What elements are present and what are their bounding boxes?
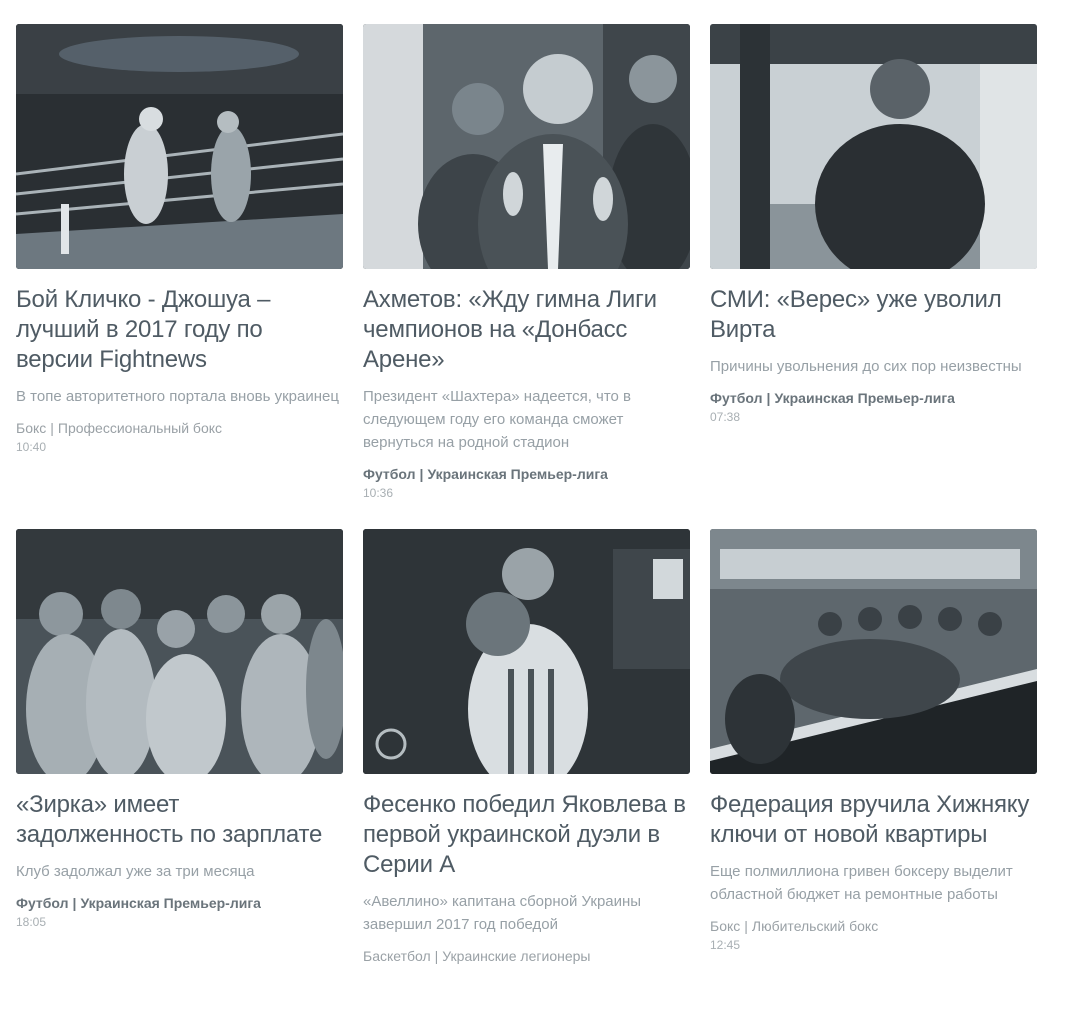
news-lead: Еще полмиллиона гривен боксеру выделит о… (710, 863, 1013, 903)
category-sport[interactable]: Футбол (363, 466, 416, 482)
category-separator: | (419, 466, 424, 482)
category-separator: | (434, 948, 439, 964)
news-thumbnail-khyzhnyak[interactable] (710, 529, 1037, 774)
news-lead: В топе авторитетного портала вновь украи… (16, 388, 339, 405)
category-separator: | (72, 895, 77, 911)
news-lead: Причины увольнения до сих пор неизвестны (710, 358, 1022, 375)
basketball-player-photo (363, 529, 690, 774)
news-lead: Клуб задолжал уже за три месяца (16, 863, 255, 880)
boxing-ring-photo (16, 24, 343, 269)
news-thumbnail-boxing[interactable] (16, 24, 343, 269)
news-category[interactable]: Бокс | Любительский бокс (710, 916, 1037, 936)
news-category[interactable]: Футбол | Украинская Премьер-лига (363, 464, 690, 484)
news-category[interactable]: Бокс | Профессиональный бокс (16, 418, 343, 438)
news-thumbnail-akhmetov[interactable] (363, 24, 690, 269)
news-card[interactable]: Ахметов: «Жду гимна Лиги чемпионов на «Д… (363, 24, 690, 529)
news-title[interactable]: Фесенко победил Яковлева в первой украин… (363, 790, 690, 880)
coach-bench-photo (710, 24, 1037, 269)
news-lead: «Авеллино» капитана сборной Украины заве… (363, 893, 642, 933)
news-thumbnail-veres[interactable] (710, 24, 1037, 269)
news-card[interactable]: Бой Кличко - Джошуа – лучший в 2017 году… (16, 24, 343, 529)
category-sport[interactable]: Бокс (710, 918, 740, 934)
news-category[interactable]: Футбол | Украинская Премьер-лига (16, 893, 343, 913)
category-league[interactable]: Любительский бокс (752, 918, 878, 934)
news-title[interactable]: Федерация вручила Хижняку ключи от новой… (710, 790, 1037, 850)
news-card[interactable]: Фесенко победил Яковлева в первой украин… (363, 529, 690, 1034)
news-time: 10:36 (363, 486, 394, 500)
category-league[interactable]: Украинская Премьер-лига (427, 466, 608, 482)
news-title[interactable]: «Зирка» имеет задолженность по зарплате (16, 790, 343, 850)
news-title[interactable]: Бой Кличко - Джошуа – лучший в 2017 году… (16, 285, 343, 375)
news-time: 18:05 (16, 915, 47, 929)
category-sport[interactable]: Футбол (710, 390, 763, 406)
news-category[interactable]: Баскетбол | Украинские легионеры (363, 946, 690, 966)
category-separator: | (766, 390, 771, 406)
category-league[interactable]: Украинские легионеры (442, 948, 590, 964)
category-league[interactable]: Украинская Премьер-лига (80, 895, 261, 911)
category-sport[interactable]: Бокс (16, 420, 46, 436)
football-team-photo (16, 529, 343, 774)
president-crowd-photo (363, 24, 690, 269)
news-category[interactable]: Футбол | Украинская Премьер-лига (710, 388, 1037, 408)
news-card[interactable]: Федерация вручила Хижняку ключи от новой… (710, 529, 1037, 1034)
category-separator: | (744, 918, 748, 934)
news-time: 10:40 (16, 440, 47, 454)
news-lead: Президент «Шахтера» надеется, что в след… (363, 388, 632, 451)
category-sport[interactable]: Баскетбол (363, 948, 431, 964)
news-thumbnail-fesenko[interactable] (363, 529, 690, 774)
news-card[interactable]: СМИ: «Верес» уже уволил Вирта Причины ув… (710, 24, 1037, 529)
news-title[interactable]: СМИ: «Верес» уже уволил Вирта (710, 285, 1037, 345)
news-grid: Бой Кличко - Джошуа – лучший в 2017 году… (16, 24, 1037, 1034)
news-card[interactable]: «Зирка» имеет задолженность по зарплате … (16, 529, 343, 1034)
news-time: 12:45 (710, 938, 741, 952)
news-time: 07:38 (710, 410, 741, 424)
news-title[interactable]: Ахметов: «Жду гимна Лиги чемпионов на «Д… (363, 285, 690, 375)
ceremony-hall-photo (710, 529, 1037, 774)
news-thumbnail-zirka[interactable] (16, 529, 343, 774)
category-league[interactable]: Профессиональный бокс (58, 420, 222, 436)
category-league[interactable]: Украинская Премьер-лига (774, 390, 955, 406)
category-separator: | (50, 420, 54, 436)
category-sport[interactable]: Футбол (16, 895, 69, 911)
